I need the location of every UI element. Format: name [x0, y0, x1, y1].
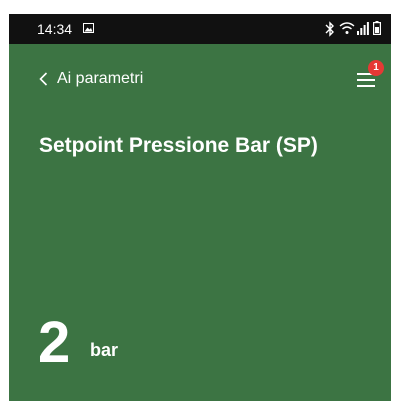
status-bar: 14:34 — [9, 14, 391, 44]
status-time: 14:34 — [37, 21, 73, 37]
signal-icon — [357, 21, 369, 35]
notification-badge: 1 — [368, 60, 384, 76]
parameter-unit: bar — [90, 340, 119, 360]
parameter-value: 2 — [38, 310, 71, 375]
chevron-left-icon — [39, 72, 48, 86]
page-title: Setpoint Pressione Bar (SP) — [39, 134, 318, 157]
wifi-icon — [339, 21, 355, 35]
gallery-icon — [83, 23, 94, 33]
battery-icon — [373, 21, 382, 36]
menu-button[interactable]: 1 — [355, 60, 384, 90]
bluetooth-icon — [325, 21, 335, 37]
back-label: Ai parametri — [57, 70, 144, 87]
app-screen: 14:34 Ai parametri 1 Setpoint Pressione … — [9, 0, 391, 401]
back-button[interactable]: Ai parametri — [39, 68, 143, 90]
status-icons — [325, 21, 385, 37]
